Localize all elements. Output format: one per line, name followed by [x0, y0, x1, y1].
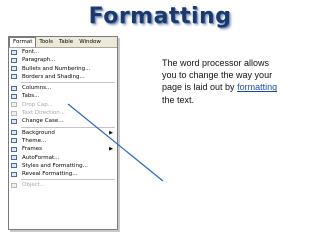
pointer-line-segment: [67, 103, 164, 182]
pointer-line: [67, 103, 164, 182]
